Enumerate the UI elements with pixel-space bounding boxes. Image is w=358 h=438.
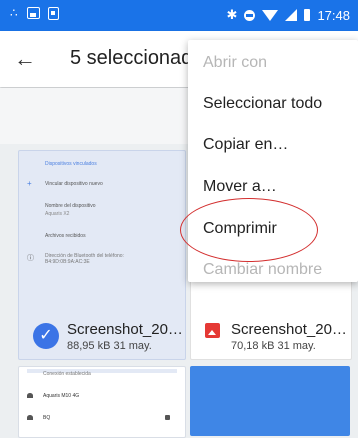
cell-signal-icon	[285, 9, 298, 21]
preview-bt-address: Dirección de Bluetooth del teléfono: B4:…	[45, 253, 124, 265]
file-card[interactable]: Conexión establecida Aquaris M10 4G BQ	[18, 366, 186, 438]
image-notification-icon	[26, 7, 40, 19]
menu-item-mover-a[interactable]: Mover a…	[203, 178, 277, 196]
preview-header: Dispositivos vinculados	[45, 161, 97, 167]
preview-pair: Vincular dispositivo nuevo	[45, 181, 103, 187]
bluetooth-icon: ✱	[226, 7, 238, 22]
preview-name-label: Nombre del dispositivo	[45, 203, 96, 209]
back-arrow-icon[interactable]: ←	[14, 47, 38, 71]
file-card-selected[interactable]: Dispositivos vinculados + Vincular dispo…	[18, 150, 186, 360]
menu-item-abrir-con: Abrir con	[203, 54, 268, 71]
menu-item-seleccionar-todo[interactable]: Seleccionar todo	[203, 95, 322, 113]
preview-name-value: Aquaris X2	[45, 211, 70, 217]
status-right: ✱ 17:48	[227, 7, 350, 23]
preview-row: Aquaris M10 4G	[43, 393, 80, 399]
document-notification-icon	[47, 6, 59, 20]
notification-dots-icon: ∴	[10, 6, 19, 20]
battery-icon	[304, 9, 311, 21]
check-selected-icon[interactable]: ✓	[33, 323, 59, 349]
preview-row: Conexión establecida	[43, 371, 91, 377]
file-name: Screenshot_20…	[231, 321, 347, 338]
menu-item-cambiar-nombre: Cambiar nombre	[203, 261, 323, 278]
status-bar: ∴ ✱ 17:48	[0, 0, 358, 31]
wifi-icon	[27, 393, 33, 398]
menu-item-copiar-en[interactable]: Copiar en…	[203, 136, 288, 154]
file-card-image[interactable]	[190, 366, 350, 436]
image-file-icon	[205, 323, 220, 338]
do-not-disturb-icon	[244, 9, 256, 21]
preview-received: Archivos recibidos	[45, 233, 86, 239]
file-meta: 70,18 kB 31 may.	[231, 340, 316, 352]
status-left: ∴	[10, 6, 59, 20]
file-name: Screenshot_20…	[67, 321, 183, 338]
preview-row: BQ	[43, 415, 51, 421]
status-time: 17:48	[317, 7, 350, 23]
highlight-circle	[180, 198, 318, 262]
lock-icon	[165, 415, 170, 420]
wifi-icon	[262, 9, 279, 21]
wifi-icon	[27, 415, 33, 420]
file-meta: 88,95 kB 31 may.	[67, 340, 152, 352]
screenshot-preview: Dispositivos vinculados + Vincular dispo…	[27, 157, 177, 293]
